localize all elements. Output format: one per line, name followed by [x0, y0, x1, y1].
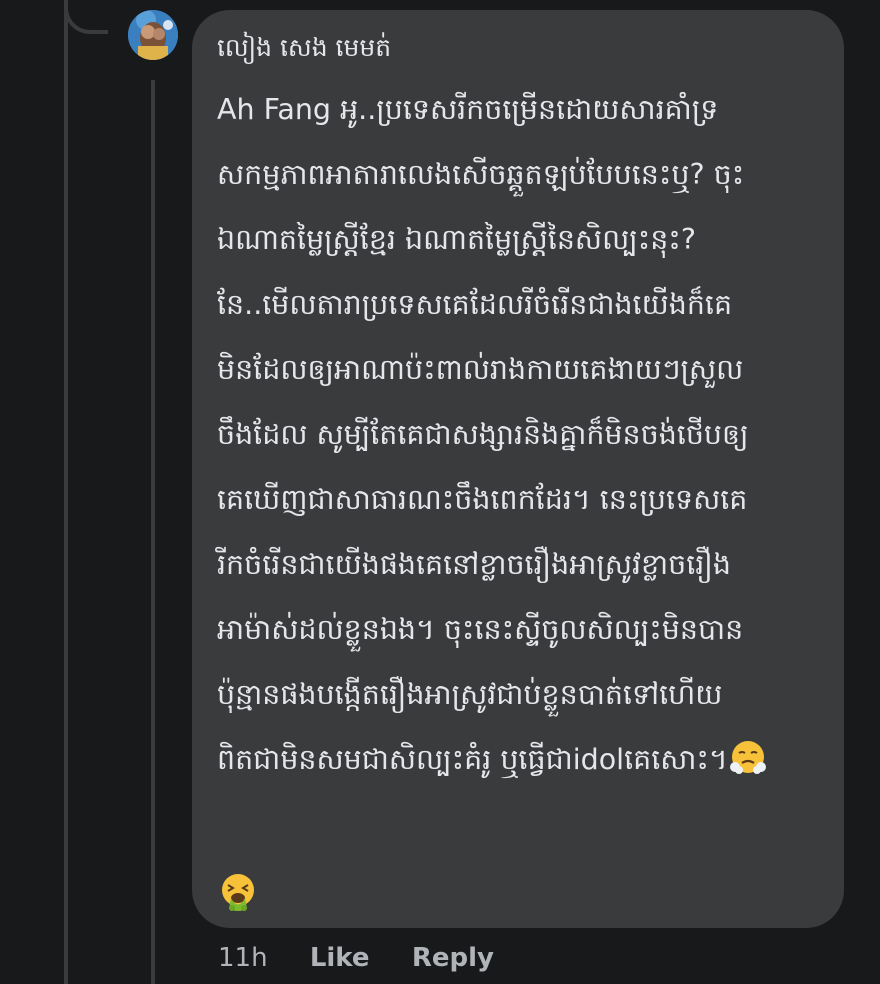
comment-line-11: ពិតជាមិនសមជាសិល្បះគំរូ ឬធ្វើជាidolគេសោះ។ [217, 734, 829, 799]
comment-line-1: Ah Fang អូ..ប្រទេសរីកចម្រើនដោយសារគាំទ្រ [217, 84, 829, 149]
thread-connector-line [64, 0, 68, 984]
face-vomiting-icon [222, 874, 254, 911]
comment-actions: 11h Like Reply [218, 938, 528, 978]
comment-text-line: ឯណាតម្លៃស្រ្តីខ្មែរ ឯណាតម្លៃស្រ្តីនៃសិល្… [217, 223, 696, 256]
comment-text-line: រីកចំរើនជាយើងផងគេនៅខ្លាចរឿងអាស្រូវខ្លាចរ… [217, 548, 731, 581]
avatar-photo-icon [128, 10, 178, 60]
trailing-emoji [219, 873, 257, 911]
thread-branch-curve [64, 0, 108, 34]
reply-connector-line [151, 80, 155, 984]
comment-timestamp[interactable]: 11h [218, 938, 268, 978]
comment-text-line: អូ..ប្រទេសរីកចម្រើនដោយសារគាំទ្រ [331, 93, 719, 126]
avatar[interactable] [128, 10, 178, 60]
comment-text-line: អាម៉ាស់ដល់ខ្លួនឯង។ ចុះនេះស្ទីចូលសិល្បះមិ… [217, 613, 744, 646]
comment-text-line: ប៉ុន្មានផងបង្កើតរឿងអាស្រូវជាប់ខ្លួនបាត់ទ… [217, 678, 723, 711]
comment-text-line: ពិតជាមិនសមជាសិល្បះគំរូ ឬធ្វើជាidolគេសោះ។ [217, 743, 728, 776]
face-with-steam-from-nose-icon [729, 741, 766, 774]
comment-body: Ah Fang អូ..ប្រទេសរីកចម្រើនដោយសារគាំទ្រ … [217, 84, 829, 799]
comment-text-line: ចឹងដែល សូម្បីតែគេជាសង្សារនិងគ្នាក៏មិនចង់… [217, 418, 749, 451]
comment-text-line: មិនដែលឲ្យអាណាប៉ះពាល់រាងកាយគេងាយៗស្រួល [217, 353, 744, 386]
comment-text-line: នែ..មើលតារាប្រទេសគេដែលរីចំរើនជាងយើងក៏គេ [217, 288, 733, 321]
comment-text-line: គេឃើញជាសាធារណះចឹងពេកដែរ។ នេះប្រទេសគេ [217, 483, 748, 516]
mention-link[interactable]: Ah Fang [217, 93, 331, 126]
reply-button[interactable]: Reply [412, 938, 494, 978]
comment-author-name[interactable]: លៀង សេង មេមត់ [217, 28, 391, 68]
like-button[interactable]: Like [310, 938, 370, 978]
comment-text-line: សកម្មភាពអាតារាលេងសើចឆ្គួតឡប់បែបនេះឬ? ចុះ [217, 158, 745, 191]
